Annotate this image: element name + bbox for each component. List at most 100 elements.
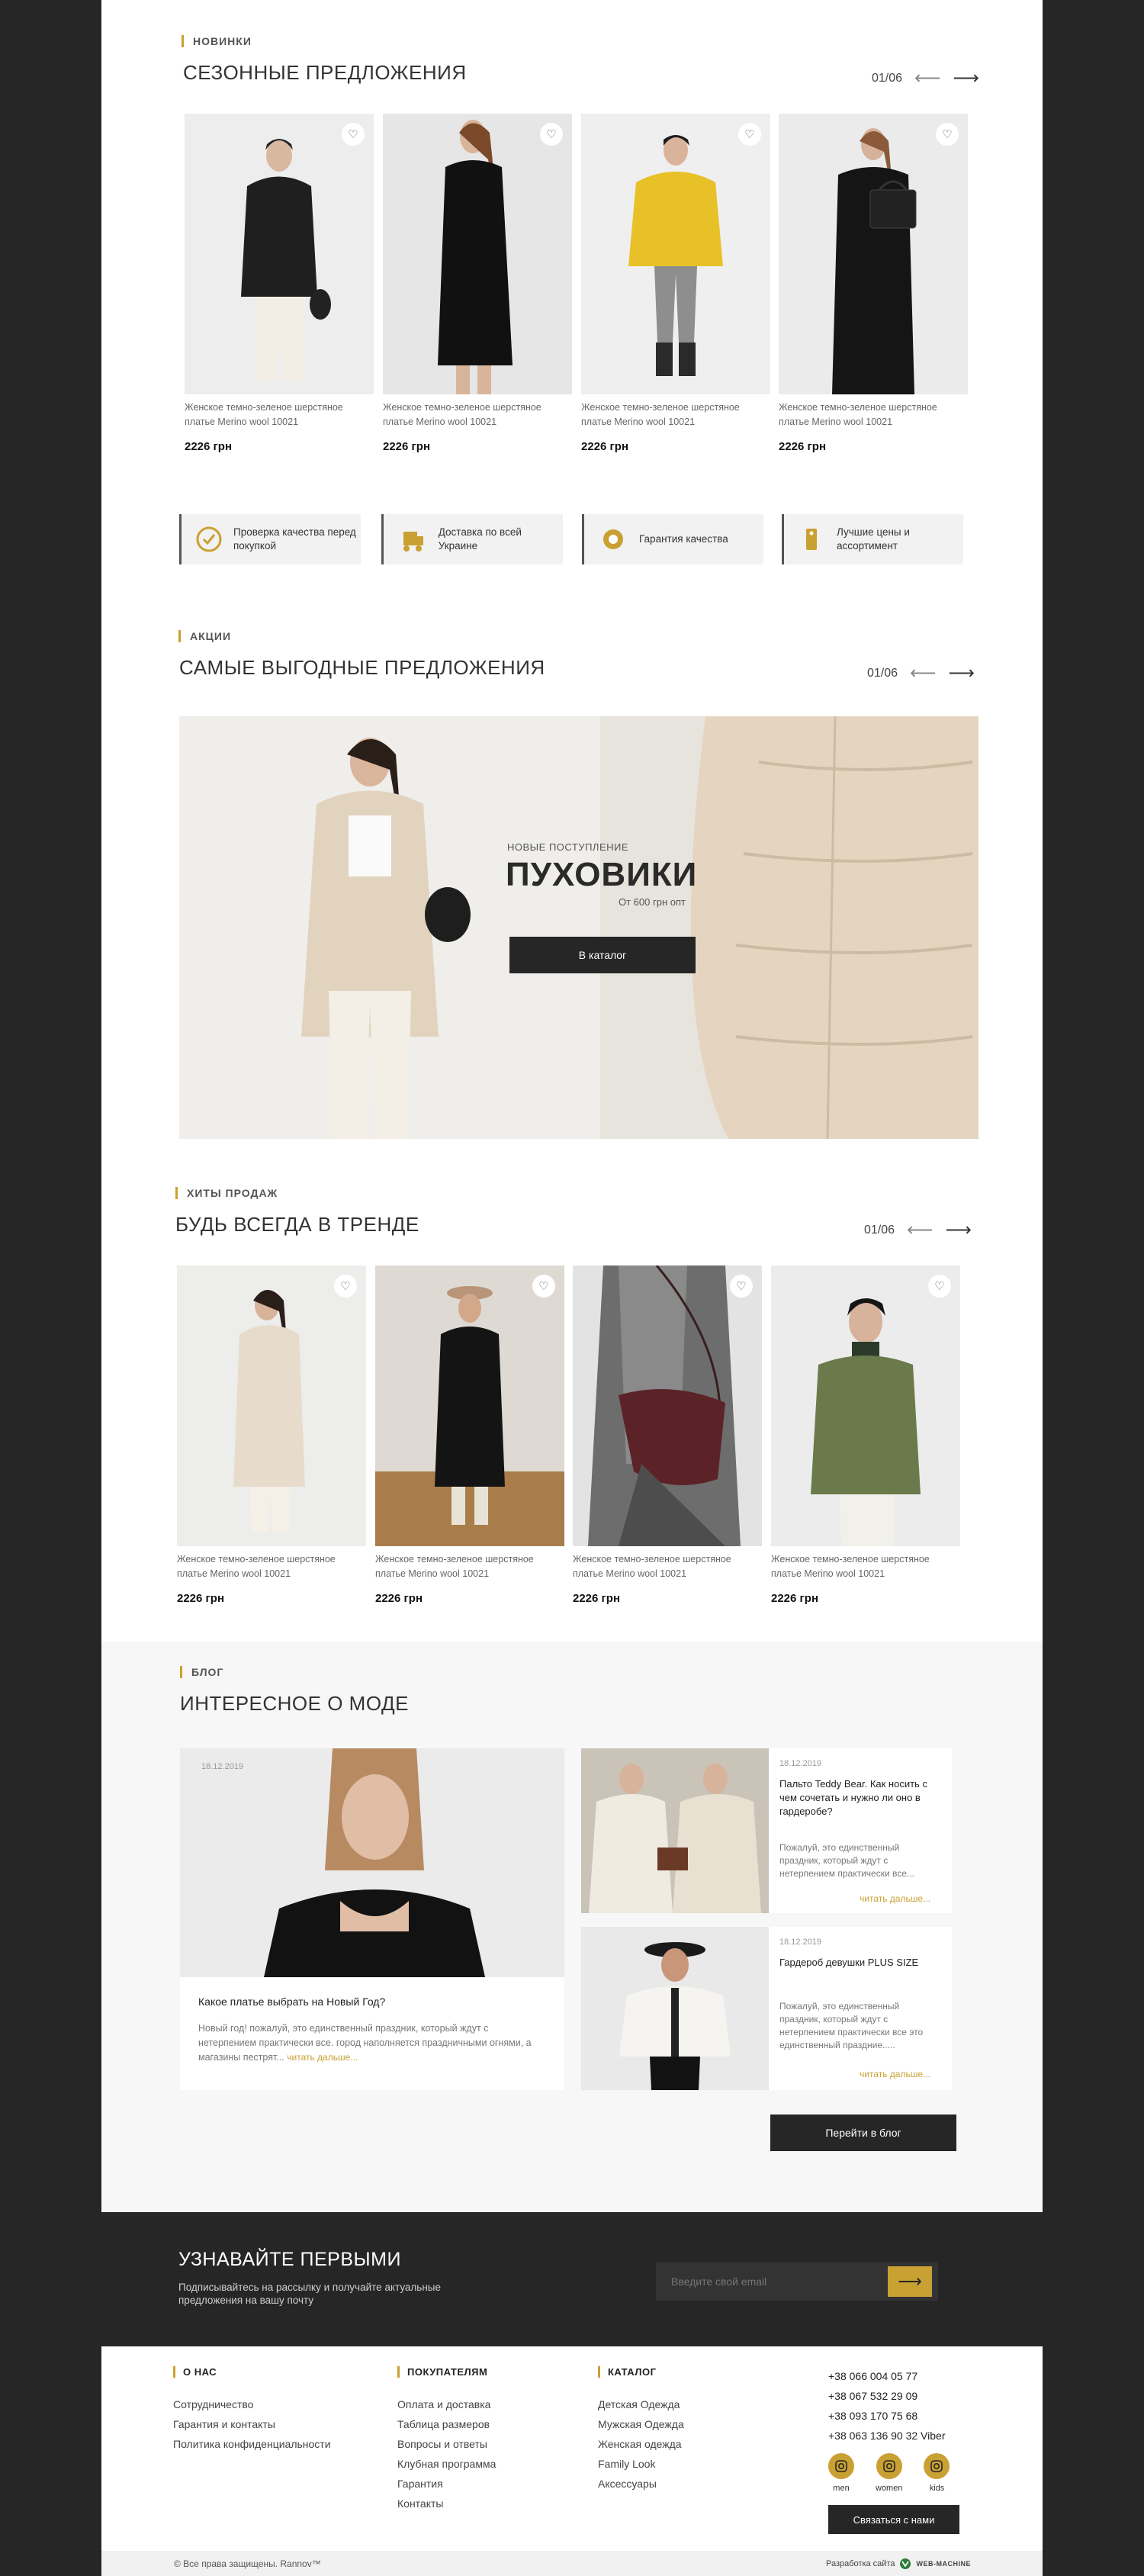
heart-icon[interactable]: ♡ — [928, 1275, 951, 1298]
product-card[interactable]: ♡ Женское темно-зеленое шерстяное платье… — [771, 1265, 960, 1605]
blog-post-image — [581, 1927, 769, 2090]
arrow-right-icon[interactable]: ⟶ — [953, 69, 979, 88]
developer-credit[interactable]: Разработка сайта WEB-MACHINE — [826, 2558, 971, 2570]
section-title-new: СЕЗОННЫЕ ПРЕДЛОЖЕНИЯ — [183, 61, 467, 84]
product-card[interactable]: ♡ Женское темно-зеленое шерстяное платье… — [573, 1265, 762, 1605]
arrow-right-icon[interactable]: ⟶ — [948, 664, 974, 683]
product-name: Женское темно-зеленое шерстяное платье M… — [771, 1554, 930, 1579]
product-image[interactable]: ♡ — [581, 114, 770, 394]
blog-post-side[interactable]: 18.12.2019 Пальто Teddy Bear. Как носить… — [581, 1748, 952, 1913]
section-kicker-blog: БЛОГ — [180, 1666, 223, 1678]
product-image[interactable]: ♡ — [771, 1265, 960, 1546]
product-image[interactable]: ♡ — [375, 1265, 564, 1546]
footer-link[interactable]: Вопросы и ответы — [397, 2434, 496, 2454]
footer-link[interactable]: Мужская Одежда — [598, 2414, 684, 2434]
footer-link[interactable]: Сотрудничество — [173, 2394, 331, 2414]
phone-number[interactable]: +38 063 136 90 32 Viber — [828, 2426, 959, 2446]
arrow-right-icon[interactable]: ⟶ — [945, 1221, 971, 1240]
social-men[interactable]: men — [828, 2453, 854, 2493]
product-image[interactable]: ♡ — [177, 1265, 366, 1546]
newsletter-section: УЗНАВАЙТЕ ПЕРВЫМИ Подписывайтесь на расс… — [101, 2212, 1043, 2346]
social-kids[interactable]: kids — [924, 2453, 950, 2493]
arrow-left-icon[interactable]: ⟵ — [907, 1221, 933, 1240]
product-image[interactable]: ♡ — [185, 114, 374, 394]
instagram-icon[interactable] — [876, 2453, 902, 2479]
catalog-button[interactable]: В каталог — [509, 937, 696, 973]
footer-link[interactable]: Политика конфиденциальности — [173, 2434, 331, 2454]
heart-icon[interactable]: ♡ — [540, 123, 563, 146]
heart-icon[interactable]: ♡ — [730, 1275, 753, 1298]
section-title-blog: ИНТЕРЕСНОЕ О МОДЕ — [180, 1692, 409, 1715]
heart-icon[interactable]: ♡ — [334, 1275, 357, 1298]
product-image[interactable]: ♡ — [573, 1265, 762, 1546]
footer-heading: О НАС — [173, 2366, 331, 2378]
blog-photo — [619, 1942, 731, 2090]
heart-icon[interactable]: ♡ — [936, 123, 959, 146]
heart-icon[interactable]: ♡ — [738, 123, 761, 146]
footer-heading: ПОКУПАТЕЛЯМ — [397, 2366, 496, 2378]
arrow-left-icon[interactable]: ⟵ — [910, 664, 936, 683]
feature-guarantee: Гарантия качества — [582, 514, 763, 564]
email-input[interactable] — [656, 2262, 888, 2301]
product-photo — [233, 1290, 305, 1532]
subscribe-button[interactable]: ⟶ — [888, 2266, 932, 2297]
product-photo — [628, 135, 723, 376]
footer-link[interactable]: Женская одежда — [598, 2434, 684, 2454]
product-photo — [832, 128, 917, 394]
post-excerpt: Пожалуй, это единственный праздник, кото… — [779, 1842, 914, 1879]
instagram-icon[interactable] — [924, 2453, 950, 2479]
newsletter-title: УЗНАВАЙТЕ ПЕРВЫМИ — [178, 2249, 401, 2270]
feature-delivery: Доставка по всей Украине — [381, 514, 563, 564]
post-title[interactable]: Какое платье выбрать на Новый Год? — [198, 1996, 385, 2008]
heart-icon[interactable]: ♡ — [342, 123, 365, 146]
newsletter-text: Подписывайтесь на рассылку и получайте а… — [178, 2282, 442, 2306]
footer-link[interactable]: Гарантия и контакты — [173, 2414, 331, 2434]
product-photo — [438, 120, 513, 394]
read-more-link[interactable]: читать дальше... — [287, 2052, 358, 2063]
phone-number[interactable]: +38 066 004 05 77 — [828, 2366, 959, 2386]
blog-post-image: 18.12.2019 — [180, 1748, 564, 1977]
product-card[interactable]: ♡ Женское темно-зеленое шерстяное платье… — [383, 114, 572, 453]
feature-label: Гарантия качества — [639, 533, 728, 545]
product-card[interactable]: ♡ Женское темно-зеленое шерстяное платье… — [185, 114, 374, 453]
product-card[interactable]: ♡ Женское темно-зеленое шерстяное платье… — [581, 114, 770, 453]
phone-number[interactable]: +38 067 532 29 09 — [828, 2386, 959, 2406]
post-excerpt: Пожалуй, это единственный праздник, кото… — [779, 2001, 924, 2050]
read-more-link[interactable]: читать дальше... — [860, 2069, 930, 2079]
footer-link[interactable]: Гарантия — [397, 2474, 496, 2494]
promo-banner[interactable]: НОВЫЕ ПОСТУПЛЕНИЕ ПУХОВИКИ От 600 грн оп… — [179, 716, 979, 1139]
product-card[interactable]: ♡ Женское темно-зеленое шерстяное платье… — [177, 1265, 366, 1605]
footer-links: Детская Одежда Мужская Одежда Женская од… — [598, 2394, 684, 2494]
product-card[interactable]: ♡ Женское темно-зеленое шерстяное платье… — [375, 1265, 564, 1605]
footer-link[interactable]: Оплата и доставка — [397, 2394, 496, 2414]
social-label: men — [833, 2484, 850, 2493]
read-more-link[interactable]: читать дальше... — [860, 1893, 930, 1904]
post-title[interactable]: Гардероб девушки PLUS SIZE — [779, 1956, 932, 1970]
product-name: Женское темно-зеленое шерстяное платье M… — [581, 402, 740, 427]
footer-link[interactable]: Детская Одежда — [598, 2394, 684, 2414]
heart-icon[interactable]: ♡ — [532, 1275, 555, 1298]
product-photo — [375, 1265, 564, 1546]
product-price: 2226 грн — [779, 440, 827, 453]
footer-link[interactable]: Family Look — [598, 2454, 684, 2474]
product-image[interactable]: ♡ — [779, 114, 968, 394]
blog-post-side[interactable]: 18.12.2019 Гардероб девушки PLUS SIZE По… — [581, 1927, 952, 2090]
phone-number[interactable]: +38 093 170 75 68 — [828, 2406, 959, 2426]
footer-heading: КАТАЛОГ — [598, 2366, 684, 2378]
go-to-blog-button[interactable]: Перейти в блог — [770, 2115, 956, 2151]
blog-section: БЛОГ ИНТЕРЕСНОЕ О МОДЕ 18.12.2019 Какое … — [101, 1642, 1043, 2212]
post-title[interactable]: Пальто Teddy Bear. Как носить с чем соче… — [779, 1777, 932, 1819]
arrow-left-icon[interactable]: ⟵ — [914, 69, 940, 88]
product-image[interactable]: ♡ — [383, 114, 572, 394]
contact-us-button[interactable]: Связаться с нами — [828, 2505, 959, 2534]
product-card[interactable]: ♡ Женское темно-зеленое шерстяное платье… — [779, 114, 968, 453]
instagram-icon[interactable] — [828, 2453, 854, 2479]
feature-quality-check: Проверка качества перед покупкой — [179, 514, 361, 564]
blog-post-main[interactable]: 18.12.2019 Какое платье выбрать на Новый… — [180, 1748, 564, 2090]
footer-link[interactable]: Клубная программа — [397, 2454, 496, 2474]
social-women[interactable]: women — [876, 2453, 902, 2493]
pager-promo: 01/06 ⟵ ⟶ — [867, 664, 975, 683]
footer-link[interactable]: Аксессуары — [598, 2474, 684, 2494]
footer-link[interactable]: Контакты — [397, 2494, 496, 2513]
footer-link[interactable]: Таблица размеров — [397, 2414, 496, 2434]
